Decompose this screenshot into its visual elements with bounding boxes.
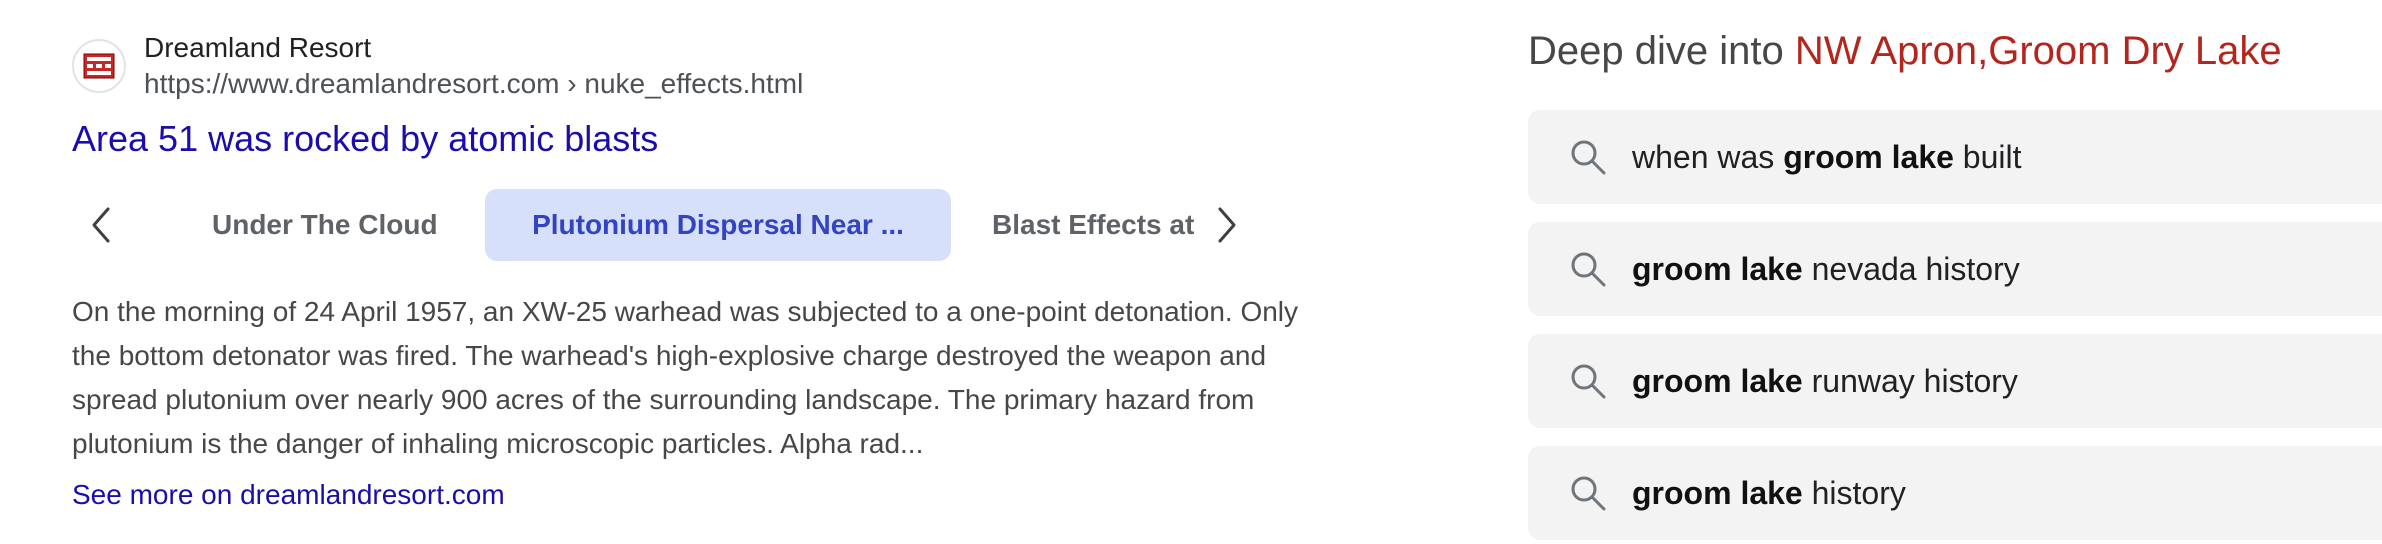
related-search-text: groom lake runway history bbox=[1632, 363, 2018, 400]
chevron-left-icon[interactable] bbox=[78, 201, 126, 249]
suggestion-post: history bbox=[1802, 474, 1906, 511]
deep-dive-prefix: Deep dive into bbox=[1528, 29, 1795, 73]
see-more-link[interactable]: See more on dreamlandresort.com bbox=[72, 475, 505, 515]
suggestion-post: runway history bbox=[1802, 362, 2018, 399]
tab-blast-effects[interactable]: Blast Effects at W bbox=[992, 189, 1194, 261]
related-search-item[interactable]: groom lake runway history bbox=[1528, 334, 2382, 428]
related-search-text: groom lake history bbox=[1632, 475, 1906, 512]
suggestion-bold: groom lake bbox=[1783, 138, 1954, 175]
suggestion-post: built bbox=[1953, 138, 2022, 175]
search-icon bbox=[1568, 137, 1608, 177]
related-search-item[interactable]: groom lake nevada history bbox=[1528, 222, 2382, 316]
dreamland-resort-favicon-icon bbox=[72, 39, 126, 93]
suggestion-pre: when was bbox=[1632, 138, 1784, 175]
suggestion-bold: groom lake bbox=[1632, 362, 1803, 399]
related-search-text: groom lake nevada history bbox=[1632, 251, 2020, 288]
deep-dive-heading: Deep dive into NW Apron,Groom Dry Lake bbox=[1528, 26, 2282, 76]
search-icon bbox=[1568, 249, 1608, 289]
related-search-item[interactable]: groom lake history bbox=[1528, 446, 2382, 540]
result-snippet: On the morning of 24 April 1957, an XW-2… bbox=[72, 296, 1299, 459]
result-title-link[interactable]: Area 51 was rocked by atomic blasts bbox=[72, 116, 1292, 162]
search-page: Dreamland Resort https://www.dreamlandre… bbox=[0, 0, 2382, 544]
related-search-text: when was groom lake built bbox=[1632, 139, 2022, 176]
site-url: https://www.dreamlandresort.com › nuke_e… bbox=[144, 68, 804, 99]
related-search-item[interactable]: when was groom lake built bbox=[1528, 110, 2382, 204]
search-result: Dreamland Resort https://www.dreamlandre… bbox=[72, 28, 1292, 162]
site-name: Dreamland Resort bbox=[144, 32, 372, 63]
related-searches: when was groom lake built groom lake nev… bbox=[1528, 110, 2382, 544]
chevron-right-icon[interactable] bbox=[1202, 201, 1250, 249]
suggestion-post: nevada history bbox=[1802, 250, 2020, 287]
deep-dive-topic[interactable]: NW Apron,Groom Dry Lake bbox=[1795, 29, 2282, 73]
tab-plutonium-dispersal[interactable]: Plutonium Dispersal Near ... bbox=[485, 189, 951, 261]
search-icon bbox=[1568, 361, 1608, 401]
tab-under-the-cloud[interactable]: Under The Cloud bbox=[212, 189, 452, 261]
result-source[interactable]: Dreamland Resort https://www.dreamlandre… bbox=[72, 28, 1292, 104]
search-icon bbox=[1568, 473, 1608, 513]
suggestion-bold: groom lake bbox=[1632, 474, 1803, 511]
suggestion-bold: groom lake bbox=[1632, 250, 1803, 287]
section-tabs: Under The Cloud Plutonium Dispersal Near… bbox=[72, 189, 1272, 261]
